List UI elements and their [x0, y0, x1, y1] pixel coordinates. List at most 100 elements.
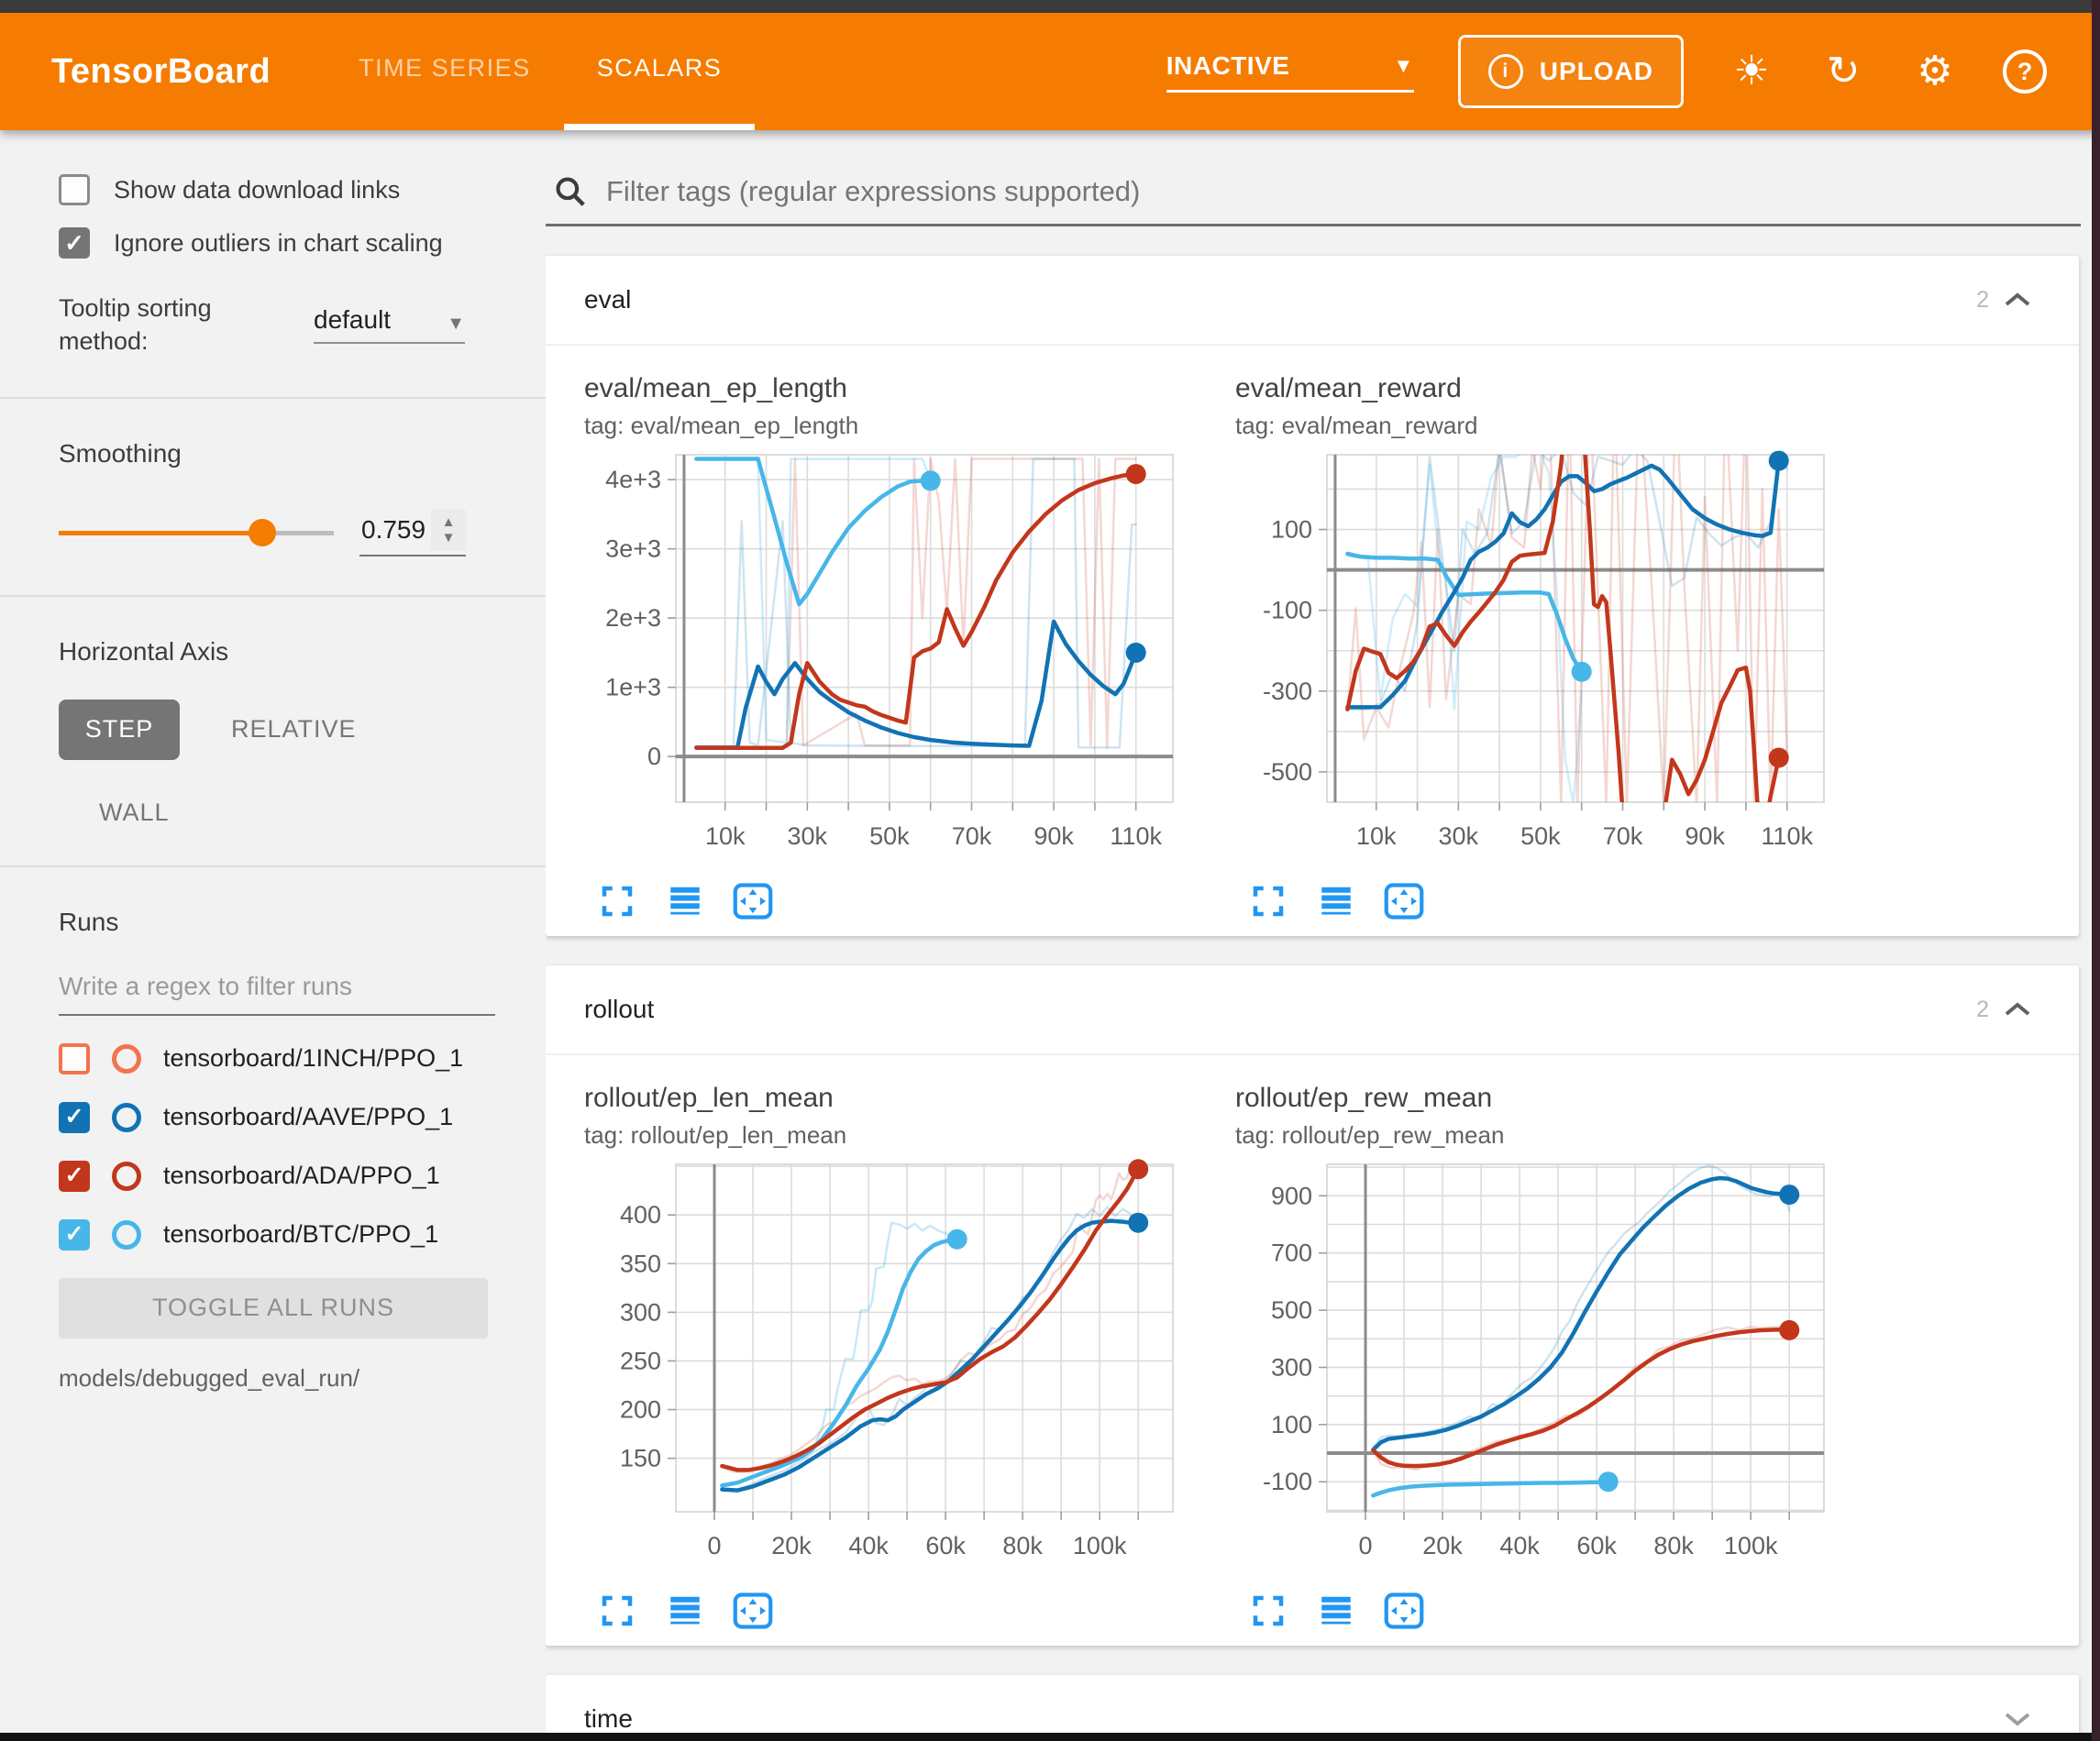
settings-gear-icon[interactable]: ⚙ [1911, 48, 1959, 95]
tag-filter-underline [546, 224, 2081, 226]
section-header-time[interactable]: time [546, 1675, 2079, 1733]
tab-scalars[interactable]: SCALARS [564, 13, 756, 130]
axis-relative-button[interactable]: RELATIVE [231, 715, 357, 744]
fullscreen-icon[interactable] [1246, 1589, 1290, 1633]
run-row-aave[interactable]: ✓ tensorboard/AAVE/PPO_1 [59, 1102, 546, 1133]
section-title: time [584, 1704, 633, 1733]
check-icon: ✓ [64, 231, 84, 255]
chevron-up-icon[interactable] [2004, 1001, 2031, 1018]
tooltip-sorting-dropdown[interactable]: default ▼ [314, 305, 465, 344]
upload-button[interactable]: i UPLOAD [1458, 35, 1684, 108]
slider-knob[interactable] [249, 519, 276, 546]
smoothing-slider[interactable] [59, 519, 334, 546]
tooltip-sorting-value: default [314, 305, 391, 335]
svg-text:-300: -300 [1263, 678, 1312, 705]
run-label: tensorboard/1INCH/PPO_1 [163, 1044, 463, 1073]
tensorboard-window: TensorBoard TIME SERIES SCALARS INACTIVE… [0, 0, 2100, 1741]
chart-title: rollout/ep_len_mean [584, 1083, 1189, 1114]
run-row-btc[interactable]: ✓ tensorboard/BTC/PPO_1 [59, 1219, 546, 1251]
ignore-outliers-checkbox[interactable]: ✓ [59, 227, 90, 259]
chevron-up-icon[interactable] [2004, 292, 2031, 308]
svg-text:90k: 90k [1033, 822, 1074, 850]
svg-text:100: 100 [1271, 1411, 1312, 1438]
chart-tag: tag: rollout/ep_rew_mean [1235, 1121, 1840, 1150]
chart-canvas[interactable]: 10k30k50k70k90k110k01e+32e+33e+34e+3 [584, 449, 1189, 877]
svg-text:300: 300 [1271, 1354, 1312, 1382]
run-color-ring-icon [112, 1103, 141, 1132]
fullscreen-icon[interactable] [595, 879, 639, 923]
svg-text:60k: 60k [1576, 1532, 1617, 1559]
dashboard-main: Filter tags (regular expressions support… [546, 130, 2092, 1733]
status-dropdown[interactable]: INACTIVE ▼ [1166, 51, 1414, 93]
fit-domain-icon[interactable] [1382, 879, 1426, 923]
smoothing-value-field[interactable]: 0.759 ▲▼ [359, 509, 466, 556]
runs-regex-input[interactable]: Write a regex to filter runs [59, 972, 495, 1016]
data-table-icon[interactable] [663, 879, 707, 923]
main-tabs: TIME SERIES SCALARS [326, 13, 755, 130]
tag-filter-input[interactable]: Filter tags (regular expressions support… [606, 175, 1140, 208]
chart-title: eval/mean_reward [1235, 373, 1840, 404]
fit-domain-icon[interactable] [731, 1589, 775, 1633]
svg-text:0: 0 [1358, 1532, 1372, 1559]
option-label: Show data download links [114, 176, 400, 204]
window-right-edge[interactable] [2092, 0, 2100, 1741]
help-icon[interactable]: ? [2003, 50, 2047, 94]
slider-fill [59, 531, 262, 535]
fit-domain-icon[interactable] [731, 879, 775, 923]
stepper-up-icon[interactable]: ▲ [442, 514, 456, 530]
section-header-eval[interactable]: eval 2 [546, 256, 2079, 344]
fit-domain-icon[interactable] [1382, 1589, 1426, 1633]
run-row-ada[interactable]: ✓ tensorboard/ADA/PPO_1 [59, 1161, 546, 1192]
smoothing-control: 0.759 ▲▼ [59, 509, 546, 556]
dropdown-arrow-icon: ▼ [1393, 54, 1413, 78]
refresh-icon[interactable]: ↻ [1819, 48, 1867, 95]
section-card-eval: eval 2 eval/mean_ep_length tag: eval/mea… [546, 256, 2079, 936]
toggle-all-runs-button[interactable]: TOGGLE ALL RUNS [59, 1278, 488, 1339]
run-color-ring-icon [112, 1220, 141, 1250]
chart-rollout-ep-rew-mean: rollout/ep_rew_mean tag: rollout/ep_rew_… [1235, 1083, 1840, 1633]
stepper-down-icon[interactable]: ▼ [442, 530, 456, 545]
svg-text:-500: -500 [1263, 758, 1312, 786]
upload-button-label: UPLOAD [1540, 57, 1653, 86]
svg-text:700: 700 [1271, 1240, 1312, 1267]
run-checkbox[interactable]: ✓ [59, 1043, 90, 1074]
data-table-icon[interactable] [1314, 879, 1358, 923]
svg-text:90k: 90k [1685, 822, 1725, 850]
svg-text:30k: 30k [1439, 822, 1479, 850]
chevron-down-icon[interactable] [2004, 1711, 2031, 1727]
svg-text:10k: 10k [705, 822, 746, 850]
run-checkbox[interactable]: ✓ [59, 1161, 90, 1192]
section-chart-count: 2 [1976, 997, 1989, 1023]
option-ignore-outliers[interactable]: ✓ Ignore outliers in chart scaling [59, 227, 546, 259]
svg-text:40k: 40k [848, 1532, 889, 1559]
tab-time-series[interactable]: TIME SERIES [326, 13, 564, 130]
svg-text:300: 300 [620, 1298, 661, 1326]
chart-canvas[interactable]: 10k30k50k70k90k110k100-100-300-500 [1235, 449, 1840, 877]
fullscreen-icon[interactable] [595, 1589, 639, 1633]
chart-canvas[interactable]: 020k40k60k80k100k-100100300500700900 [1235, 1159, 1840, 1587]
chart-eval-mean-reward: eval/mean_reward tag: eval/mean_reward 1… [1235, 373, 1840, 923]
axis-wall-button[interactable]: WALL [99, 799, 182, 827]
run-checkbox[interactable]: ✓ [59, 1102, 90, 1133]
svg-text:400: 400 [620, 1201, 661, 1229]
brightness-icon[interactable]: ☀ [1728, 48, 1775, 95]
run-label: tensorboard/AAVE/PPO_1 [163, 1103, 453, 1131]
run-row-1inch[interactable]: ✓ tensorboard/1INCH/PPO_1 [59, 1043, 546, 1074]
data-table-icon[interactable] [1314, 1589, 1358, 1633]
chart-rollout-ep-len-mean: rollout/ep_len_mean tag: rollout/ep_len_… [584, 1083, 1189, 1633]
section-chart-count: 2 [1976, 287, 1989, 314]
horizontal-axis-buttons: STEP RELATIVE [59, 700, 546, 760]
chart-grid: rollout/ep_len_mean tag: rollout/ep_len_… [546, 1053, 2079, 1646]
axis-step-button[interactable]: STEP [59, 700, 180, 760]
chart-toolbar [584, 1589, 1189, 1633]
option-show-download-links[interactable]: ✓ Show data download links [59, 174, 546, 205]
header-actions: INACTIVE ▼ i UPLOAD ☀ ↻ ⚙ ? [1166, 13, 2100, 130]
smoothing-stepper[interactable]: ▲▼ [431, 509, 466, 551]
show-download-links-checkbox[interactable]: ✓ [59, 174, 90, 205]
chart-canvas[interactable]: 020k40k60k80k100k150200250300350400 [584, 1159, 1189, 1587]
run-checkbox[interactable]: ✓ [59, 1219, 90, 1251]
fullscreen-icon[interactable] [1246, 879, 1290, 923]
svg-text:110k: 110k [1110, 822, 1162, 850]
data-table-icon[interactable] [663, 1589, 707, 1633]
section-header-rollout[interactable]: rollout 2 [546, 965, 2079, 1053]
